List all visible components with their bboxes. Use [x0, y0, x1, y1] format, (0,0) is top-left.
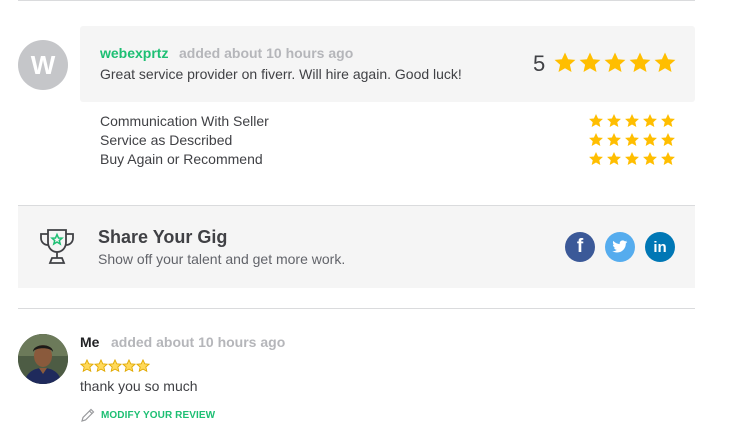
star-icon	[108, 359, 122, 373]
facebook-share-button[interactable]: f	[565, 232, 595, 262]
section-divider	[18, 308, 695, 309]
star-icon	[94, 359, 108, 373]
star-icon	[607, 133, 621, 146]
my-username: Me	[80, 334, 100, 350]
my-avatar[interactable]	[18, 334, 68, 384]
rating-row-communication: Communication With Seller	[100, 112, 678, 131]
star-icon	[661, 114, 675, 127]
star-icon	[607, 152, 621, 165]
my-rating-stars	[80, 359, 150, 373]
review-timestamp: added about 10 hours ago	[179, 45, 354, 61]
modify-review-label: MODIFY YOUR REVIEW	[101, 409, 216, 421]
rating-stars	[588, 113, 676, 129]
star-icon	[629, 52, 651, 72]
star-icon	[643, 133, 657, 146]
star-icon	[661, 152, 675, 165]
my-review-timestamp: added about 10 hours ago	[111, 334, 286, 350]
profile-photo	[18, 334, 68, 384]
trophy-icon	[40, 229, 74, 264]
star-icon	[589, 133, 603, 146]
twitter-share-button[interactable]	[605, 232, 635, 262]
share-subtitle: Show off your talent and get more work.	[98, 251, 346, 267]
share-title: Share Your Gig	[98, 227, 228, 247]
rating-row-buy-again: Buy Again or Recommend	[100, 150, 678, 169]
star-icon	[661, 133, 675, 146]
review-card: webexprtz added about 10 hours ago Great…	[80, 26, 695, 102]
star-icon	[554, 52, 576, 72]
pencil-icon	[81, 408, 95, 422]
linkedin-icon: in	[653, 238, 667, 256]
review-text: Great service provider on fiverr. Will h…	[100, 66, 462, 82]
star-icon	[604, 52, 626, 72]
star-icon	[589, 114, 603, 127]
star-icon	[625, 152, 639, 165]
rating-label: Service as Described	[100, 132, 233, 148]
star-icon	[625, 114, 639, 127]
rating-breakdown: Communication With Seller Service as Des…	[100, 112, 678, 169]
reviewer-username[interactable]: webexprtz	[100, 45, 168, 61]
avatar-letter: W	[30, 49, 56, 80]
star-icon	[643, 152, 657, 165]
star-icon	[80, 359, 94, 373]
rating-row-service: Service as Described	[100, 131, 678, 150]
share-gig-panel: Share Your Gig Show off your talent and …	[18, 205, 695, 288]
rating-stars	[588, 132, 676, 148]
rating-label: Buy Again or Recommend	[100, 151, 263, 167]
facebook-icon: f	[576, 236, 584, 257]
star-icon	[136, 359, 150, 373]
rating-label: Communication With Seller	[100, 113, 269, 129]
rating-stars	[588, 151, 676, 167]
top-divider	[18, 0, 695, 1]
star-icon	[625, 133, 639, 146]
star-icon	[579, 52, 601, 72]
modify-review-link[interactable]: MODIFY YOUR REVIEW	[80, 407, 215, 423]
twitter-icon	[612, 240, 628, 253]
overall-rating-score: 5	[533, 51, 546, 76]
my-review-text: thank you so much	[80, 378, 198, 394]
star-icon	[654, 52, 676, 72]
reviewer-avatar[interactable]: W	[18, 40, 68, 90]
star-icon	[643, 114, 657, 127]
star-icon	[122, 359, 136, 373]
overall-rating-stars	[553, 51, 677, 75]
star-icon	[607, 114, 621, 127]
star-icon	[589, 152, 603, 165]
linkedin-share-button[interactable]: in	[645, 232, 675, 262]
